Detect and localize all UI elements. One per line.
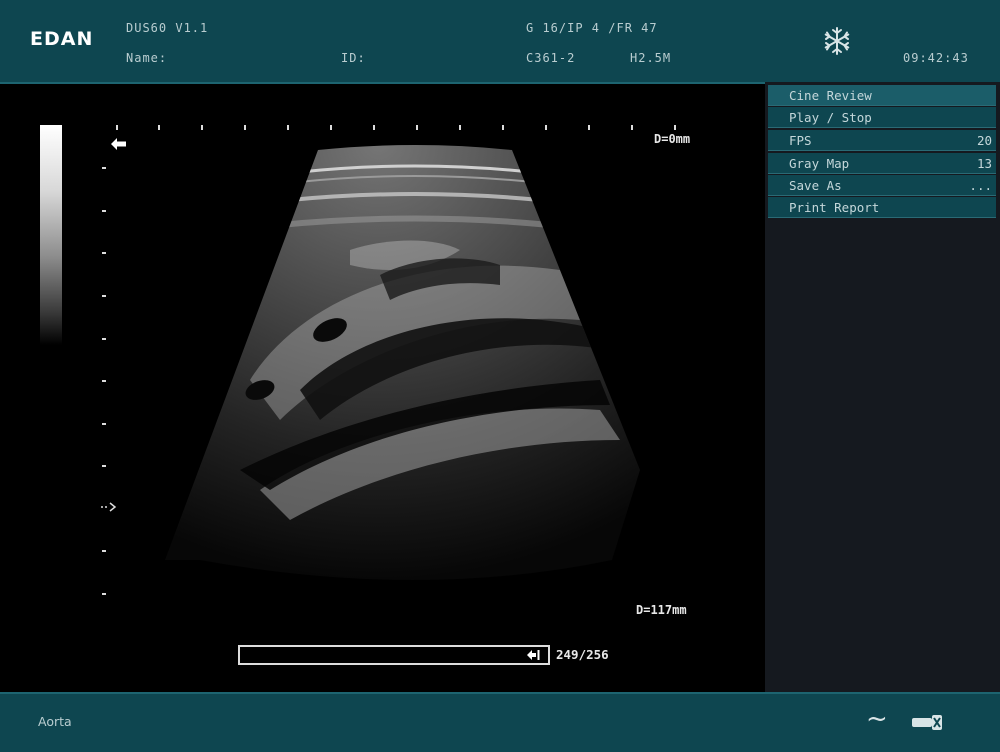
menu-item-label: Gray Map — [789, 156, 850, 171]
snowflake-icon[interactable] — [822, 26, 852, 56]
menu-item-save-as[interactable]: Save As ... — [768, 175, 996, 196]
menu-item-play-stop[interactable]: Play / Stop — [768, 107, 996, 128]
ultrasound-image — [102, 125, 676, 595]
menu-item-value: ... — [969, 178, 992, 193]
software-version: DUS60 V1.1 — [126, 21, 209, 35]
menu-item-value: 13 — [976, 156, 992, 171]
probe-model: C361-2 — [526, 51, 576, 65]
footer-bar: Aorta ~ — [0, 692, 1000, 752]
frame-counter: 249/256 — [556, 647, 609, 662]
cine-position-icon — [527, 650, 540, 660]
depth-bottom-label: D=117mm — [636, 603, 687, 617]
menu-item-label: Play / Stop — [789, 110, 872, 125]
menu-item-label: FPS — [789, 133, 812, 148]
focus-marker-icon — [101, 502, 117, 512]
gray-scale-bar — [40, 125, 62, 345]
cine-review-menu: Cine Review Play / Stop FPS 20 Gray Map … — [765, 82, 1000, 692]
brand-logo: EDAN — [30, 28, 94, 50]
tilde-icon: ~ — [866, 704, 888, 734]
patient-id-label: ID: — [341, 51, 366, 65]
probe-frequency: H2.5M — [630, 51, 672, 65]
menu-item-gray-map[interactable]: Gray Map 13 — [768, 153, 996, 174]
header-bar: EDAN DUS60 V1.1 Name: ID: G 16/IP 4 /FR … — [0, 0, 1000, 84]
patient-name-label: Name: — [126, 51, 168, 65]
menu-item-label: Save As — [789, 178, 842, 193]
annotation-label: Aorta — [38, 714, 72, 729]
menu-title-cine-review: Cine Review — [768, 85, 996, 106]
probe-icon — [912, 715, 942, 730]
left-arrow-icon — [111, 138, 126, 150]
cine-progress-bar[interactable] — [238, 645, 550, 665]
clock: 09:42:43 — [903, 51, 969, 65]
menu-item-fps[interactable]: FPS 20 — [768, 130, 996, 151]
menu-title-label: Cine Review — [789, 88, 872, 103]
menu-item-value: 20 — [976, 133, 992, 148]
menu-item-print-report[interactable]: Print Report — [768, 197, 996, 218]
depth-top-label: D=0mm — [654, 132, 691, 146]
menu-item-label: Print Report — [789, 200, 880, 215]
imaging-parameters: G 16/IP 4 /FR 47 — [526, 21, 658, 35]
